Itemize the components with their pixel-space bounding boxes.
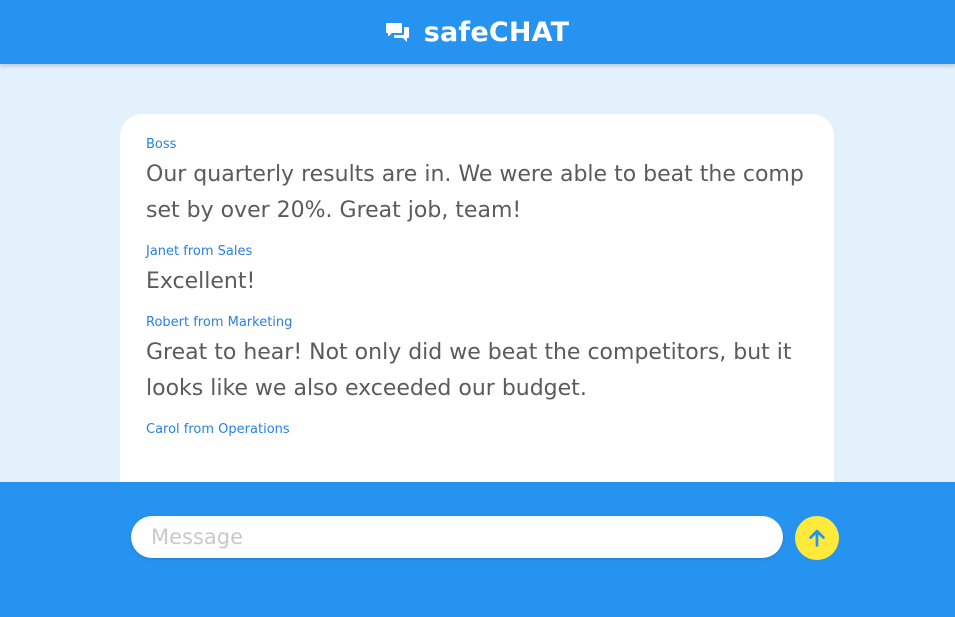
app-header: safeCHAT — [0, 0, 955, 64]
brand: safeCHAT — [385, 16, 570, 48]
app-title: safeCHAT — [423, 16, 570, 48]
message-text: Our quarterly results are in. We were ab… — [146, 162, 804, 223]
message-item: Robert from Marketing Great to hear! Not… — [146, 314, 808, 407]
message-sender: Robert from Marketing — [146, 315, 293, 330]
message-text: Excellent! — [146, 269, 256, 294]
arrow-up-icon — [809, 529, 825, 547]
message-sender: Boss — [146, 137, 177, 152]
chat-bubbles-icon — [385, 23, 409, 42]
message-item: Carol from Operations — [146, 421, 808, 439]
send-button[interactable] — [795, 516, 839, 560]
message-text: Great to hear! Not only did we beat the … — [146, 340, 792, 401]
message-list[interactable]: Boss Our quarterly results are in. We we… — [120, 114, 834, 439]
message-input[interactable] — [131, 516, 783, 558]
message-sender: Carol from Operations — [146, 422, 290, 437]
chat-panel[interactable]: Boss Our quarterly results are in. We we… — [120, 114, 834, 534]
message-composer — [0, 482, 955, 617]
message-item: Boss Our quarterly results are in. We we… — [146, 136, 808, 229]
message-item: Janet from Sales Excellent! — [146, 243, 808, 300]
message-sender: Janet from Sales — [146, 244, 253, 259]
